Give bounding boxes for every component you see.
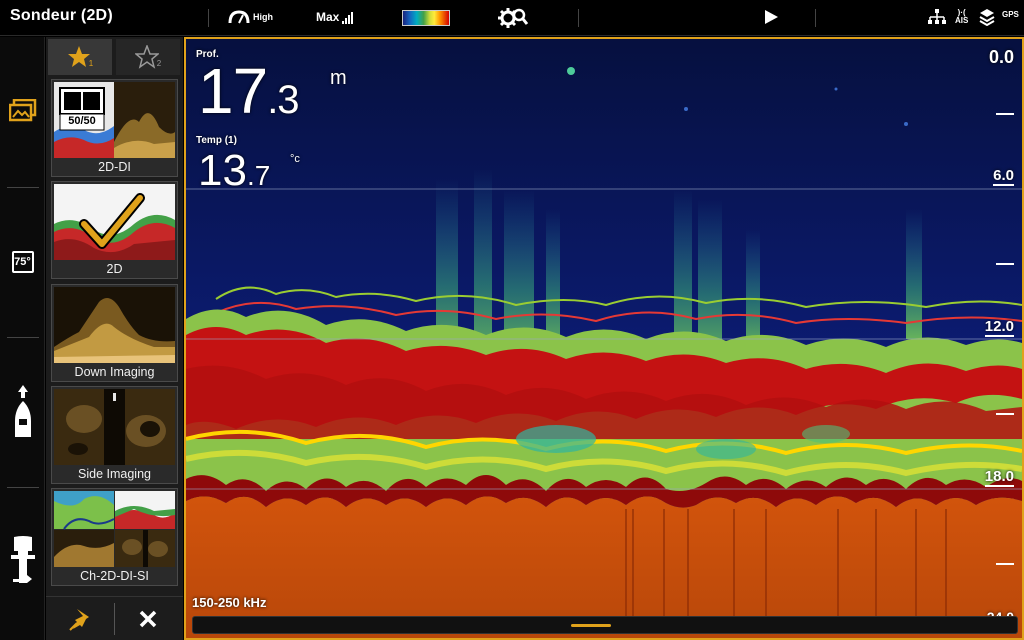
- view-label: Ch-2D-DI-SI: [80, 569, 149, 583]
- divider: [578, 9, 579, 27]
- depth-scale-label: 18.0: [984, 468, 1014, 487]
- sensitivity-button[interactable]: High: [228, 9, 273, 25]
- boat-button[interactable]: [0, 385, 45, 439]
- temperature-value-dec: .7: [246, 160, 271, 191]
- depth-tick: [996, 413, 1014, 415]
- close-icon: [139, 610, 157, 628]
- sonar-echogram: [186, 39, 1022, 638]
- depth-value: 17.3: [198, 59, 300, 132]
- close-button[interactable]: [132, 605, 164, 633]
- depth-scale-label: 0.0: [988, 47, 1014, 67]
- temperature-button[interactable]: 75°: [0, 251, 45, 273]
- view-tile-chart-2d-di-si[interactable]: Ch-2D-DI-SI: [51, 488, 178, 586]
- divider: [208, 9, 209, 27]
- view-thumbnail: [54, 184, 175, 260]
- frequency-label: 150-250 kHz: [192, 595, 267, 610]
- play-button[interactable]: [765, 10, 778, 24]
- left-tool-rail: 75°: [0, 37, 45, 640]
- temperature-icon: 75°: [11, 251, 34, 273]
- panel-toolbar: [46, 596, 183, 640]
- depth-unit: m: [330, 67, 347, 89]
- depth-scale-label: 12.0: [984, 318, 1014, 337]
- favorites-panel: 1 2 50/50 2D-DI 2D Down Imaging Side Ima…: [46, 37, 183, 640]
- gps-icon: GPS: [1002, 10, 1019, 19]
- history-scrollbar[interactable]: [192, 616, 1018, 634]
- sonar-2d-view[interactable]: Prof. 17.3 m Temp (1) 13.7 °c 0.0 6.0 12…: [184, 37, 1024, 640]
- ais-icon: )·(AIS: [955, 8, 969, 25]
- view-tile-side-imaging[interactable]: Side Imaging: [51, 386, 178, 484]
- gallery-icon: [8, 99, 36, 122]
- view-tile-2d-di[interactable]: 50/50 2D-DI: [51, 79, 178, 177]
- star-outline-icon: [134, 45, 159, 69]
- depth-tick: [996, 113, 1014, 115]
- view-label: Down Imaging: [74, 365, 155, 379]
- view-label: 2D-DI: [98, 160, 131, 174]
- scrollbar-thumb[interactable]: [571, 624, 611, 627]
- pin-button[interactable]: [64, 605, 96, 633]
- network-icon: [928, 9, 946, 24]
- tab-favorites-1[interactable]: 1: [48, 39, 112, 75]
- sensitivity-icon: [228, 10, 250, 24]
- view-label: 2D: [106, 262, 123, 276]
- layers-icon: [979, 9, 995, 26]
- page-title: Sondeur (2D): [10, 7, 113, 24]
- view-thumbnail: 50/50: [54, 82, 175, 158]
- split-ratio-badge: 50/50: [68, 115, 96, 127]
- temperature-value: 13.7: [198, 149, 270, 198]
- range-label: Max: [316, 10, 340, 24]
- settings-search-icon[interactable]: [497, 6, 529, 30]
- divider: [815, 9, 816, 27]
- temperature-value-int: 13: [198, 146, 247, 195]
- view-thumbnail: [54, 491, 175, 567]
- divider: [114, 603, 115, 635]
- temperature-unit: °c: [290, 153, 300, 165]
- sensitivity-label: High: [253, 12, 273, 22]
- view-tile-2d[interactable]: 2D: [51, 181, 178, 279]
- depth-scale-label: 6.0: [993, 167, 1014, 186]
- depth-value-dec: .3: [267, 78, 299, 122]
- motor-button[interactable]: [0, 535, 45, 587]
- boat-icon: [14, 385, 31, 437]
- divider: [7, 337, 39, 338]
- tab-number: 2: [156, 58, 162, 68]
- star-filled-icon: [67, 46, 90, 67]
- temperature-label: Temp (1): [196, 135, 237, 146]
- signal-bars-icon: [342, 12, 354, 24]
- depth-value-int: 17: [198, 55, 268, 127]
- divider: [7, 487, 39, 488]
- pin-icon: [69, 609, 89, 631]
- view-thumbnail: [54, 287, 175, 363]
- view-thumbnail: [54, 389, 175, 465]
- view-tile-down-imaging[interactable]: Down Imaging: [51, 284, 178, 382]
- depth-tick: [996, 563, 1014, 565]
- outboard-motor-icon: [10, 536, 35, 583]
- range-button[interactable]: Max: [316, 10, 354, 24]
- views-button[interactable]: [0, 99, 45, 123]
- view-label: Side Imaging: [78, 467, 151, 481]
- color-palette-button[interactable]: [402, 10, 450, 26]
- top-status-bar: Sondeur (2D) High Max)·(AIS GPS: [0, 0, 1024, 36]
- tab-number: 1: [88, 58, 94, 68]
- depth-tick: [996, 263, 1014, 265]
- tab-favorites-2[interactable]: 2: [116, 39, 180, 75]
- divider: [7, 187, 39, 188]
